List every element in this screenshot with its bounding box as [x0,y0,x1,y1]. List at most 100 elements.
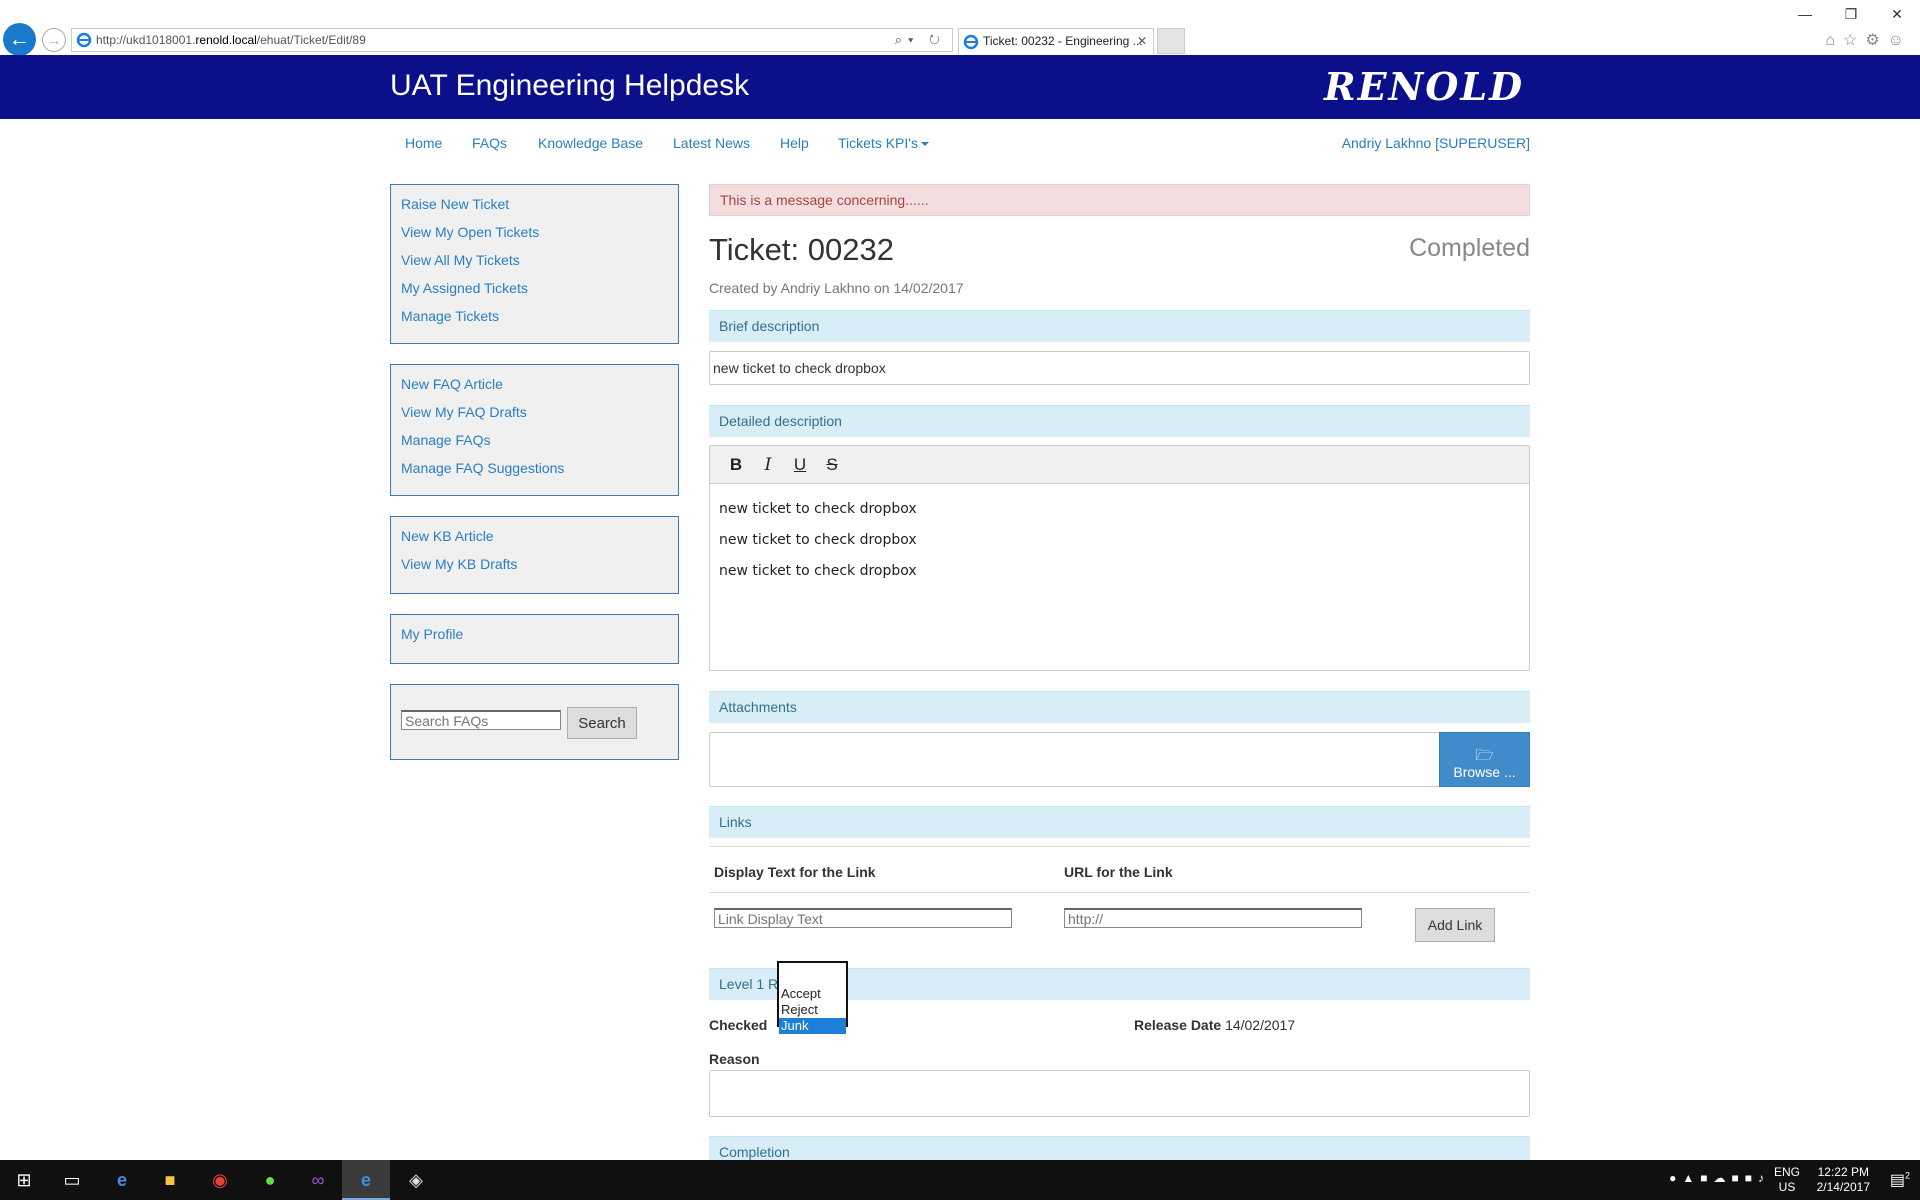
user-menu[interactable]: Andriy Lakhno [SUPERUSER] [1342,135,1530,151]
site-title[interactable]: UAT Engineering Helpdesk [390,69,749,103]
ticket-title: Ticket: 00232 [709,232,894,267]
windows-start-icon[interactable]: ⊞ [0,1160,48,1200]
sidebar-manage-faq-suggestions[interactable]: Manage FAQ Suggestions [401,459,668,487]
task-view-icon[interactable]: ▭ [48,1160,96,1200]
renold-logo: RENOLD [1324,64,1525,109]
completion-header: Completion [709,1136,1530,1160]
add-link-button[interactable]: Add Link [1415,908,1495,942]
sidebar-view-my-kb-drafts[interactable]: View My KB Drafts [401,555,668,583]
back-button[interactable]: ← [3,23,36,56]
nav-faqs[interactable]: FAQs [472,135,507,151]
reason-input[interactable] [709,1070,1530,1117]
app-icon[interactable]: ◈ [392,1160,440,1200]
sidebar-manage-faqs[interactable]: Manage FAQs [401,431,668,459]
search-refresh-icons[interactable]: ⌕▾ ↻ [895,29,946,51]
clock[interactable]: 12:22 PM 2/14/2017 [1817,1165,1870,1195]
file-explorer-icon[interactable]: ■ [146,1160,194,1200]
sidebar-view-my-faq-drafts[interactable]: View My FAQ Drafts [401,403,668,431]
release-date-value: 14/02/2017 [1225,1017,1296,1033]
upwork-icon[interactable]: ● [246,1160,294,1200]
editor-body[interactable]: new ticket to check dropbox new ticket t… [710,484,1529,605]
sidebar-view-all-my-tickets[interactable]: View All My Tickets [401,251,668,279]
ticket-status: Completed [1409,234,1530,262]
attachments-header: Attachments [709,691,1530,723]
sidebar-profile-box: My Profile [390,614,679,664]
sidebar-my-profile[interactable]: My Profile [401,625,668,653]
sidebar-search-box: Search [390,684,679,760]
nav-tickets-kpis-label: Tickets KPI's [838,135,918,151]
top-navigation: Home FAQs Knowledge Base Latest News Hel… [390,132,1530,156]
editor-toolbar: BIUS [710,446,1529,484]
italic-button[interactable]: I [752,446,784,484]
close-window-button[interactable]: ✕ [1874,0,1920,28]
reason-label-text: Reason [709,1051,760,1067]
chrome-icon[interactable]: ◉ [196,1160,244,1200]
dropdown-option-reject[interactable]: Reject [779,1002,846,1018]
nav-latest-news[interactable]: Latest News [673,135,750,151]
restore-button[interactable]: ❐ [1828,0,1874,28]
home-favorites-settings-icons[interactable]: ⌂☆⚙☺ [1825,30,1912,50]
divider [709,846,1530,847]
strikethrough-button[interactable]: S [816,446,848,484]
window-controls: — ❐ ✕ [1782,0,1920,28]
nav-home[interactable]: Home [405,135,442,151]
checked-label: Checked [709,1017,767,1033]
nav-tickets-kpis[interactable]: Tickets KPI's [838,135,929,151]
sidebar-view-my-open-tickets[interactable]: View My Open Tickets [401,223,668,251]
clock-time: 12:22 PM [1817,1165,1869,1179]
sidebar-my-assigned-tickets[interactable]: My Assigned Tickets [401,279,668,307]
sidebar-new-faq-article[interactable]: New FAQ Article [401,375,668,403]
sidebar-raise-new-ticket[interactable]: Raise New Ticket [401,195,668,223]
tray-icons[interactable]: ●▲■☁■■♪ [1669,1171,1770,1185]
address-bar[interactable]: http://ukd1018001.renold.local/ehuat/Tic… [71,28,953,52]
new-tab-button[interactable] [1157,28,1185,54]
region-code: US [1778,1180,1796,1194]
col-url: URL for the Link [1064,864,1173,880]
site-header: UAT Engineering Helpdesk RENOLD [0,55,1920,119]
sidebar-faq-box: New FAQ Article View My FAQ Drafts Manag… [390,364,679,496]
col-display-text: Display Text for the Link [714,864,876,880]
notification-count: 2 [1904,1170,1910,1181]
folder-open-icon: 🗁 [1475,746,1494,764]
attachments-field[interactable]: 🗁 Browse ... [709,732,1530,787]
nav-knowledge-base[interactable]: Knowledge Base [538,135,643,151]
link-url-input[interactable] [1064,908,1362,928]
minimize-button[interactable]: — [1782,0,1828,28]
caret-down-icon [920,142,929,147]
url-path: /ehuat/Ticket/Edit/89 [256,33,366,47]
browse-button[interactable]: 🗁 Browse ... [1439,732,1530,787]
sidebar-new-kb-article[interactable]: New KB Article [401,527,668,555]
sidebar-manage-tickets[interactable]: Manage Tickets [401,307,668,335]
notification-icon[interactable]: ▤2 [1890,1170,1910,1190]
release-date-label: Release Date [1134,1017,1222,1033]
browser-tab[interactable]: Ticket: 00232 - Engineering ... ✕ [958,28,1154,54]
language-indicator[interactable]: ENG US [1774,1165,1800,1195]
search-button[interactable]: Search [567,707,637,739]
release-date: Release Date 14/02/2017 [1134,1017,1295,1033]
ie-icon [76,32,92,48]
browser-chrome: ← → http://ukd1018001.renold.local/ehuat… [0,0,1920,56]
checked-dropdown-list[interactable]: Accept Reject Junk [777,961,848,1034]
detailed-description-header: Detailed description [709,405,1530,437]
sidebar-kb-box: New KB Article View My KB Drafts [390,516,679,594]
url-prefix: http://ukd1018001. [96,33,196,47]
internet-explorer-icon[interactable]: e [342,1160,390,1200]
brief-description-input[interactable]: new ticket to check dropbox [709,351,1530,385]
tab-title: Ticket: 00232 - Engineering ... [983,34,1143,48]
editor-line: new ticket to check dropbox [719,563,917,579]
url-host: renold.local [195,33,257,47]
search-faqs-input[interactable] [401,710,561,730]
link-display-input[interactable] [714,908,1012,928]
tab-close-icon[interactable]: ✕ [1137,29,1147,53]
lang-code: ENG [1773,1165,1800,1179]
dropdown-option-accept[interactable]: Accept [779,986,846,1002]
clock-date: 2/14/2017 [1816,1180,1870,1194]
forward-button[interactable]: → [42,28,66,52]
edge-icon[interactable]: e [98,1160,146,1200]
visual-studio-icon[interactable]: ∞ [294,1160,342,1200]
ie-icon [963,34,979,50]
dropdown-option-junk[interactable]: Junk [779,1018,846,1034]
underline-button[interactable]: U [784,446,816,484]
bold-button[interactable]: B [720,446,752,484]
nav-help[interactable]: Help [780,135,809,151]
